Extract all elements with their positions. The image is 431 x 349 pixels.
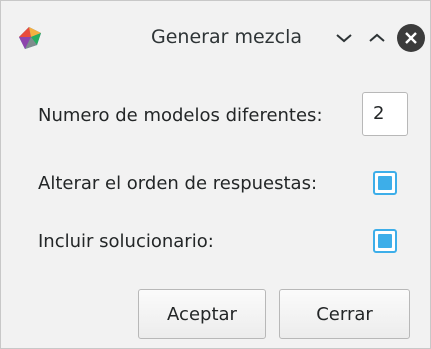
checkbox-checked-mark xyxy=(378,176,392,190)
maximize-button[interactable] xyxy=(364,25,390,51)
shuffle-answers-label: Alterar el orden de respuestas: xyxy=(38,173,318,194)
dialog-window: Generar mezcla Numero de modelos diferen… xyxy=(0,0,431,349)
title-bar[interactable]: Generar mezcla xyxy=(1,1,430,78)
chevron-down-icon xyxy=(336,34,352,43)
accept-button[interactable]: Aceptar xyxy=(138,289,266,339)
include-solutions-label: Incluir solucionario: xyxy=(38,231,214,252)
chevron-up-icon xyxy=(369,33,385,42)
minimize-button[interactable] xyxy=(331,25,357,51)
models-count-label: Numero de modelos diferentes: xyxy=(38,105,323,126)
close-button[interactable]: Cerrar xyxy=(279,289,410,339)
checkbox-checked-mark xyxy=(378,234,392,248)
window-title: Generar mezcla xyxy=(151,26,302,48)
close-window-button[interactable] xyxy=(397,24,425,52)
models-count-spinbox[interactable]: 2 xyxy=(362,92,408,136)
include-solutions-checkbox[interactable] xyxy=(373,229,397,253)
close-icon xyxy=(405,32,417,44)
shuffle-answers-checkbox[interactable] xyxy=(373,171,397,195)
app-logo-icon xyxy=(15,23,45,53)
